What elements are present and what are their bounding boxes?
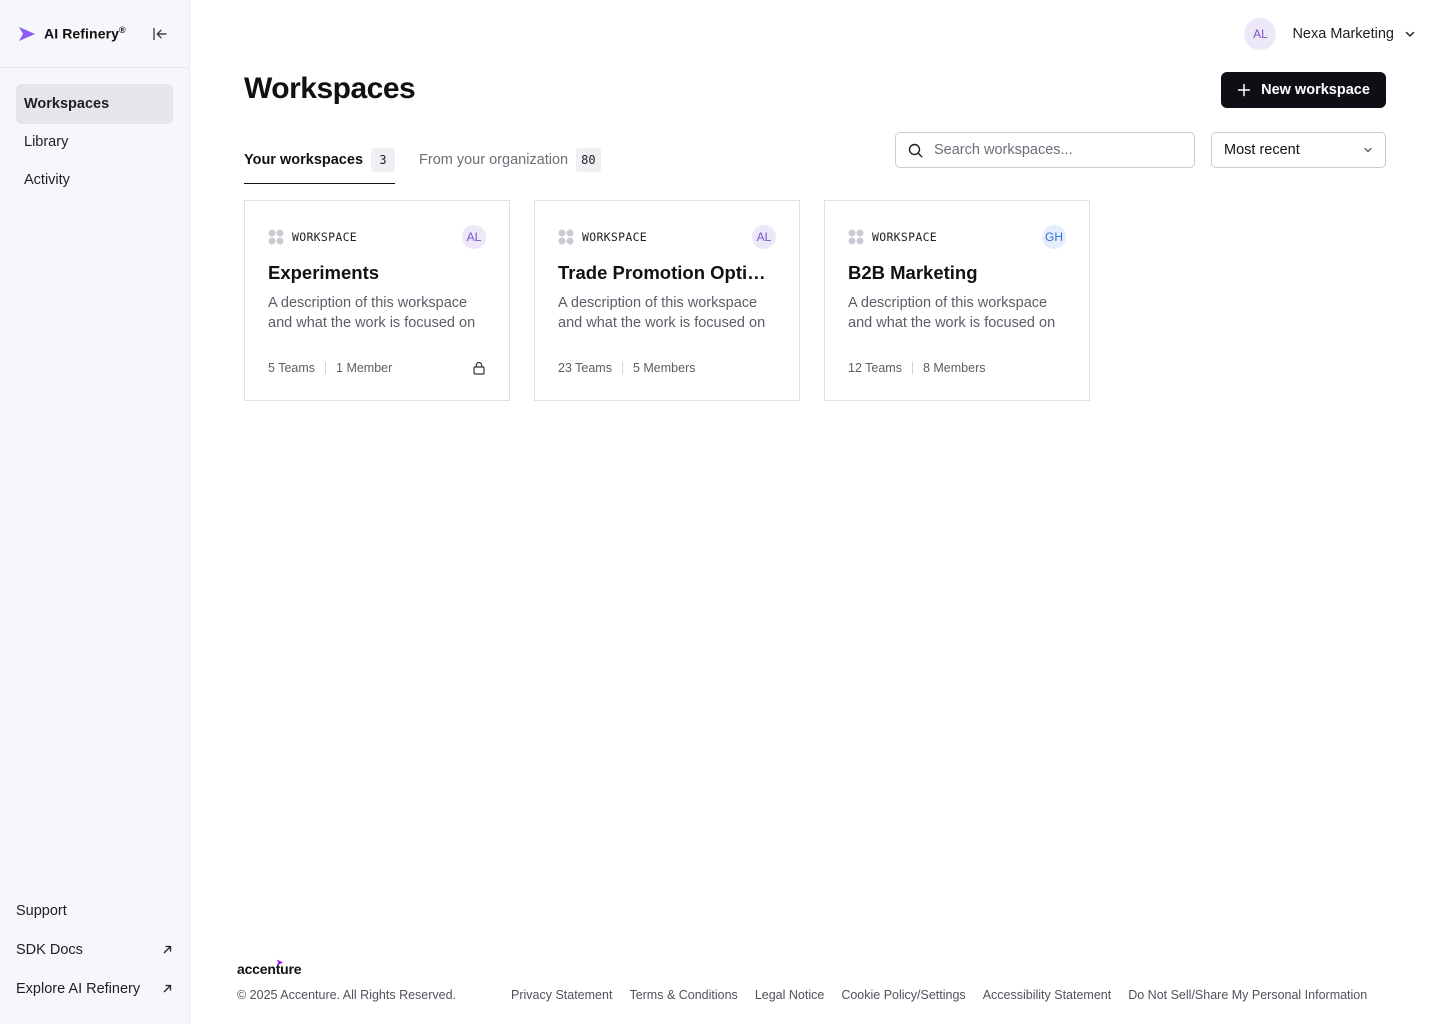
teams-count: 5 Teams bbox=[268, 361, 316, 375]
members-count: 5 Members bbox=[632, 361, 696, 375]
members-count: 1 Member bbox=[336, 361, 393, 375]
owner-avatar: AL bbox=[752, 225, 776, 249]
workspace-card[interactable]: WORKSPACE AL Experiments A description o… bbox=[244, 200, 510, 401]
meta-divider bbox=[621, 362, 623, 374]
tab-your-workspaces[interactable]: Your workspaces 3 bbox=[244, 136, 396, 184]
card-description: A description of this workspace and what… bbox=[558, 295, 766, 331]
tab-count-badge: 3 bbox=[371, 148, 396, 172]
brand-name: AI Refinery® bbox=[44, 25, 126, 42]
sdk-docs-link-label: SDK Docs bbox=[16, 941, 83, 958]
card-title: Trade Promotion Optimization bbox=[558, 262, 776, 283]
teams-count: 12 Teams bbox=[848, 361, 902, 375]
ai-refinery-logo-icon[interactable] bbox=[18, 25, 36, 43]
org-name: Nexa Marketing bbox=[1292, 26, 1394, 42]
page-title: Workspaces bbox=[244, 72, 416, 105]
sidebar-nav: Workspaces Library Activity bbox=[0, 68, 189, 200]
workspace-icon bbox=[268, 229, 284, 245]
do-not-sell-link[interactable]: Do Not Sell/Share My Personal Informatio… bbox=[1128, 988, 1367, 1002]
legal-notice-link[interactable]: Legal Notice bbox=[755, 988, 825, 1002]
chevron-down-icon bbox=[1363, 145, 1373, 155]
workspace-card[interactable]: WORKSPACE GH B2B Marketing A description… bbox=[824, 200, 1090, 401]
owner-avatar: GH bbox=[1042, 225, 1066, 249]
card-title: B2B Marketing bbox=[848, 262, 978, 283]
workspace-icon bbox=[558, 229, 574, 245]
tab-label: From your organization bbox=[419, 152, 569, 168]
accenture-wordmark: accenture bbox=[237, 961, 302, 977]
cookie-policy-link[interactable]: Cookie Policy/Settings bbox=[841, 988, 965, 1002]
card-header: WORKSPACE GH bbox=[848, 225, 1066, 249]
lock-icon bbox=[472, 361, 486, 375]
support-link[interactable]: Support bbox=[16, 891, 173, 930]
tab-label: Your workspaces bbox=[244, 152, 364, 168]
sdk-docs-link[interactable]: SDK Docs bbox=[16, 930, 173, 969]
workspace-icon bbox=[848, 229, 864, 245]
members-count: 8 Members bbox=[922, 361, 986, 375]
sidebar-item-activity[interactable]: Activity bbox=[16, 160, 173, 200]
support-link-label: Support bbox=[16, 902, 67, 919]
sort-selected-value: Most recent bbox=[1224, 142, 1300, 158]
workspace-tabs: Your workspaces 3 From your organization… bbox=[244, 136, 601, 184]
teams-count: 23 Teams bbox=[558, 361, 612, 375]
sort-select[interactable]: Most recent bbox=[1211, 132, 1386, 168]
card-header: WORKSPACE AL bbox=[558, 225, 776, 249]
new-workspace-button[interactable]: New workspace bbox=[1221, 72, 1386, 108]
external-link-icon bbox=[161, 983, 173, 995]
workspace-type-label: WORKSPACE bbox=[292, 230, 358, 244]
card-meta: 23 Teams 5 Members bbox=[558, 361, 776, 375]
footer-links: Privacy Statement Terms & Conditions Leg… bbox=[511, 988, 1367, 1002]
workspace-card[interactable]: WORKSPACE AL Trade Promotion Optimizatio… bbox=[534, 200, 800, 401]
external-link-icon bbox=[161, 944, 173, 956]
sidebar: AI Refinery® Workspaces Library Activity… bbox=[0, 0, 190, 1024]
tab-count-badge: 80 bbox=[576, 148, 601, 172]
brand-header: AI Refinery® bbox=[0, 0, 189, 68]
explore-ai-refinery-link[interactable]: Explore AI Refinery bbox=[16, 969, 173, 1008]
card-header: WORKSPACE AL bbox=[268, 225, 486, 249]
workspace-card-grid: WORKSPACE AL Experiments A description o… bbox=[244, 200, 1090, 401]
sidebar-item-library[interactable]: Library bbox=[16, 122, 173, 162]
meta-divider bbox=[911, 362, 913, 374]
collapse-sidebar-icon[interactable] bbox=[151, 25, 169, 43]
search-icon bbox=[908, 143, 923, 158]
terms-conditions-link[interactable]: Terms & Conditions bbox=[629, 988, 737, 1002]
card-meta: 5 Teams 1 Member bbox=[268, 361, 486, 375]
plus-icon bbox=[1237, 83, 1251, 97]
card-description: A description of this workspace and what… bbox=[848, 295, 1056, 331]
explore-link-label: Explore AI Refinery bbox=[16, 980, 141, 997]
chevron-down-icon bbox=[1404, 28, 1416, 40]
card-meta: 12 Teams 8 Members bbox=[848, 361, 1066, 375]
accenture-logo[interactable]: accenture bbox=[237, 955, 302, 977]
accessibility-statement-link[interactable]: Accessibility Statement bbox=[983, 988, 1112, 1002]
sidebar-bottom-links: Support SDK Docs Explore AI Refinery bbox=[16, 891, 173, 1008]
owner-avatar: AL bbox=[462, 225, 486, 249]
avatar: AL bbox=[1244, 18, 1277, 50]
card-description: A description of this workspace and what… bbox=[268, 295, 476, 331]
meta-divider bbox=[325, 362, 327, 374]
sidebar-item-workspaces[interactable]: Workspaces bbox=[16, 84, 173, 124]
new-workspace-label: New workspace bbox=[1261, 82, 1370, 98]
card-title: Experiments bbox=[268, 262, 380, 283]
privacy-statement-link[interactable]: Privacy Statement bbox=[511, 988, 612, 1002]
workspace-type-label: WORKSPACE bbox=[872, 230, 938, 244]
org-switcher[interactable]: AL Nexa Marketing bbox=[1244, 18, 1416, 50]
workspace-type-label: WORKSPACE bbox=[582, 230, 648, 244]
tab-from-your-organization[interactable]: From your organization 80 bbox=[419, 136, 601, 184]
search-input[interactable] bbox=[934, 142, 1174, 158]
copyright-text: © 2025 Accenture. All Rights Reserved. bbox=[237, 988, 457, 1002]
search-box[interactable] bbox=[895, 132, 1195, 168]
